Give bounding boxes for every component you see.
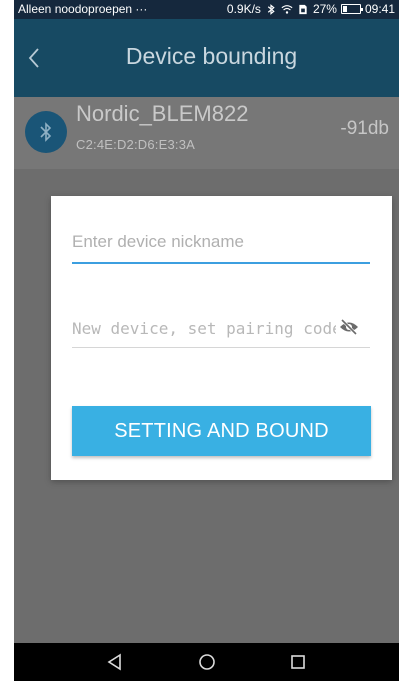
wifi-icon bbox=[281, 4, 293, 14]
sim-icon bbox=[299, 4, 307, 14]
pairing-code-field bbox=[72, 314, 370, 348]
bluetooth-icon bbox=[25, 111, 67, 153]
device-rssi: -91db bbox=[340, 118, 389, 139]
clock: 09:41 bbox=[364, 2, 395, 16]
bounding-dialog: SETTING AND BOUND bbox=[51, 196, 392, 480]
navigation-bar bbox=[14, 643, 399, 681]
eye-off-icon[interactable] bbox=[336, 314, 362, 340]
network-speed: 0.9K/s bbox=[226, 2, 261, 16]
carrier-text: Alleen noodoproepen ··· bbox=[18, 2, 148, 16]
home-circle-icon[interactable] bbox=[196, 651, 218, 673]
status-right: 0.9K/s 27% 09:41 bbox=[227, 2, 395, 16]
status-bar: Alleen noodoproepen ··· 0.9K/s 27% 09:41 bbox=[14, 0, 399, 19]
device-name: Nordic_BLEM822 bbox=[76, 101, 249, 126]
nickname-field bbox=[72, 228, 370, 264]
back-triangle-icon[interactable] bbox=[104, 651, 126, 673]
device-mac: C2:4E:D2:D6:E3:3A bbox=[76, 137, 196, 152]
battery-icon bbox=[340, 4, 363, 14]
setting-and-bound-button[interactable]: SETTING AND BOUND bbox=[72, 406, 371, 456]
device-list-item[interactable]: Nordic_BLEM822 C2:4E:D2:D6:E3:3A -91db bbox=[14, 97, 399, 169]
pairing-code-input[interactable] bbox=[72, 314, 370, 342]
nickname-input[interactable] bbox=[72, 228, 370, 256]
battery-percent: 27% bbox=[312, 2, 337, 16]
page-title: Device bounding bbox=[125, 43, 298, 69]
app-bar: Device bounding bbox=[14, 19, 399, 97]
recents-square-icon[interactable] bbox=[287, 651, 309, 673]
phone-screen: Alleen noodoproepen ··· 0.9K/s 27% 09:41 bbox=[14, 0, 399, 681]
bluetooth-icon bbox=[267, 3, 275, 15]
